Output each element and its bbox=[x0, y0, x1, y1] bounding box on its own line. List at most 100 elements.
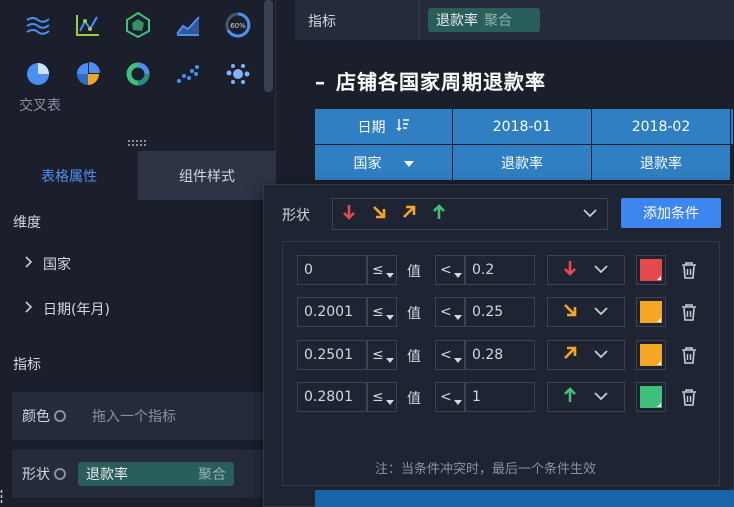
rule-to-input[interactable]: 0.28 bbox=[465, 340, 535, 370]
operator-select[interactable]: ≤ bbox=[367, 382, 397, 412]
table-header-cell: 退款率 bbox=[592, 145, 731, 181]
rule-color-picker[interactable] bbox=[636, 340, 666, 370]
pie-chart-icon[interactable] bbox=[23, 59, 53, 89]
rule-from-input[interactable]: 0 bbox=[297, 255, 367, 285]
rule-from-input[interactable]: 0.2501 bbox=[297, 340, 367, 370]
operator-text: < bbox=[440, 347, 452, 363]
quadrant-pie-chart-icon[interactable] bbox=[73, 59, 103, 89]
chart-title-text: 店铺各国家周期退款率 bbox=[336, 70, 546, 94]
scrollbar[interactable] bbox=[264, 0, 273, 92]
metric-section-title: 指标 bbox=[13, 357, 41, 373]
operator-select[interactable]: < bbox=[435, 382, 465, 412]
gauge-text: 60% bbox=[230, 22, 246, 30]
operator-select[interactable]: ≤ bbox=[367, 340, 397, 370]
rule-arrow-select[interactable] bbox=[547, 340, 625, 370]
rule-from-input[interactable]: 0.2801 bbox=[297, 382, 367, 412]
metric-field-pill[interactable]: 退款率 聚合 bbox=[428, 8, 540, 32]
chevron-down-icon bbox=[583, 206, 597, 222]
operator-text: ≤ bbox=[372, 304, 384, 320]
color-swatch bbox=[640, 259, 662, 281]
rule-from-input[interactable]: 0.2001 bbox=[297, 297, 367, 327]
caret-down-icon[interactable] bbox=[403, 155, 414, 171]
donut-chart-icon[interactable] bbox=[123, 59, 153, 89]
operator-text: ≤ bbox=[372, 389, 384, 405]
rule-to-input[interactable]: 1 bbox=[465, 382, 535, 412]
operator-select[interactable]: ≤ bbox=[367, 297, 397, 327]
value-label: 值 bbox=[407, 306, 421, 322]
color-label-text: 颜色 bbox=[22, 409, 50, 425]
resize-handle-icon[interactable] bbox=[128, 140, 146, 146]
caret-down-icon bbox=[385, 393, 394, 409]
table-header-country[interactable]: 国家 bbox=[315, 145, 453, 181]
arrow-down-right-orange-icon bbox=[562, 302, 578, 322]
arrow-down-right-orange-icon bbox=[371, 204, 387, 224]
rules-list: 0 ≤ 值 < 0.2 0.2001 ≤ 值 < 0.25 0.2501 ≤ 值… bbox=[282, 241, 720, 486]
shape-field-pill[interactable]: 退款率 聚合 bbox=[78, 462, 234, 486]
rule-to-input[interactable]: 0.25 bbox=[465, 297, 535, 327]
dimension-section-title: 维度 bbox=[13, 215, 41, 231]
bottom-strip bbox=[0, 490, 734, 507]
delete-rule-icon[interactable] bbox=[679, 297, 699, 327]
gear-icon[interactable] bbox=[54, 410, 66, 422]
operator-select[interactable]: < bbox=[435, 255, 465, 285]
chevron-right-icon bbox=[24, 256, 33, 272]
dimension-item-date[interactable]: 日期(年月) bbox=[24, 299, 110, 319]
delete-rule-icon[interactable] bbox=[679, 382, 699, 412]
operator-text: ≤ bbox=[372, 262, 384, 278]
area-chart-icon[interactable] bbox=[173, 10, 203, 40]
arrow-down-red-icon bbox=[341, 204, 357, 224]
operator-select[interactable]: ≤ bbox=[367, 255, 397, 285]
operator-text: ≤ bbox=[372, 347, 384, 363]
table-header-date[interactable]: 日期 bbox=[315, 109, 453, 145]
dimension-item-label: 国家 bbox=[43, 257, 71, 273]
color-drop-zone[interactable]: 拖入一个指标 bbox=[92, 406, 176, 426]
tab-table-properties[interactable]: 表格属性 bbox=[0, 151, 138, 200]
sort-icon[interactable] bbox=[396, 118, 410, 135]
delete-rule-icon[interactable] bbox=[679, 340, 699, 370]
operator-select[interactable]: < bbox=[435, 340, 465, 370]
gauge-chart-icon[interactable]: 60% bbox=[223, 10, 253, 40]
metric-bar-label: 指标 bbox=[308, 14, 336, 30]
header-cell-text: 日期 bbox=[357, 119, 386, 136]
value-label: 值 bbox=[407, 264, 421, 280]
chevron-down-icon bbox=[594, 389, 608, 405]
rule-color-picker[interactable] bbox=[636, 382, 666, 412]
delete-rule-icon[interactable] bbox=[679, 255, 699, 285]
conflict-note: 注：当条件冲突时，最后一个条件生效 bbox=[375, 462, 597, 477]
color-swatch bbox=[640, 301, 662, 323]
rule-row: 0.2501 ≤ 值 < 0.28 bbox=[297, 340, 707, 370]
shape-set-select[interactable] bbox=[332, 198, 608, 230]
line-scatter-chart-icon[interactable] bbox=[73, 10, 103, 40]
scatter-chart-icon[interactable] bbox=[173, 59, 203, 89]
dimension-item-label: 日期(年月) bbox=[43, 302, 110, 318]
color-property-row: 颜色 拖入一个指标 bbox=[12, 392, 274, 440]
table-bottom-edge bbox=[315, 490, 734, 507]
rule-color-picker[interactable] bbox=[636, 297, 666, 327]
shape-select-label: 形状 bbox=[282, 208, 310, 224]
shape-label-text: 形状 bbox=[22, 467, 50, 483]
rule-color-picker[interactable] bbox=[636, 255, 666, 285]
aggregation-label: 聚合 bbox=[484, 13, 512, 29]
field-name: 退款率 bbox=[436, 13, 478, 29]
arrow-up-right-orange-icon bbox=[401, 204, 417, 224]
tab-component-style[interactable]: 组件样式 bbox=[138, 151, 276, 200]
cross-table-label[interactable]: 交叉表 bbox=[19, 95, 61, 115]
operator-select[interactable]: < bbox=[435, 297, 465, 327]
aggregation-label: 聚合 bbox=[198, 467, 226, 483]
chart-title: – 店铺各国家周期退款率 bbox=[315, 66, 546, 95]
divider bbox=[419, 0, 420, 40]
value-label: 值 bbox=[407, 391, 421, 407]
multi-line-chart-icon[interactable] bbox=[23, 10, 53, 40]
gear-icon[interactable] bbox=[54, 468, 66, 480]
rule-arrow-select[interactable] bbox=[547, 297, 625, 327]
bubble-chart-icon[interactable] bbox=[223, 59, 253, 89]
table-header-cell: 2018-01 bbox=[453, 109, 592, 145]
table-header-cell: 退款率 bbox=[453, 145, 592, 181]
rule-arrow-select[interactable] bbox=[547, 255, 625, 285]
rule-to-input[interactable]: 0.2 bbox=[465, 255, 535, 285]
rule-row: 0.2001 ≤ 值 < 0.25 bbox=[297, 297, 707, 327]
rule-arrow-select[interactable] bbox=[547, 382, 625, 412]
dimension-item-country[interactable]: 国家 bbox=[24, 254, 71, 274]
radar-chart-icon[interactable] bbox=[123, 10, 153, 40]
add-condition-button[interactable]: 添加条件 bbox=[621, 198, 721, 228]
